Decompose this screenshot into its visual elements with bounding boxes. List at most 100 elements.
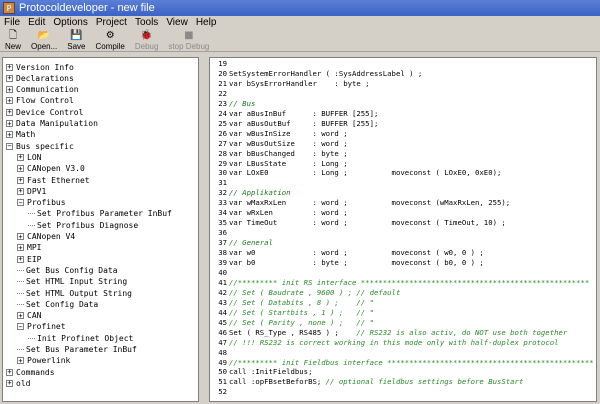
tree-item[interactable]: Init Profinet Object (28, 332, 133, 344)
tree-connector (28, 213, 35, 215)
toolbar-button-label: New (5, 42, 22, 51)
tree-item[interactable]: Get Bus Config Data (17, 264, 118, 276)
save-button[interactable]: 💾 Save (62, 30, 90, 52)
code-comment: // Set ( Parity , none ) ; // " (229, 317, 374, 327)
expand-icon[interactable]: + (17, 165, 24, 173)
tree-item[interactable]: + DPV1 (17, 185, 46, 197)
tree-item-label: Declarations (16, 73, 74, 83)
tree-item[interactable]: Set Bus Parameter InBuf (17, 344, 137, 356)
tree-item[interactable]: + Fast Ethernet (17, 174, 90, 186)
tree-item-label: LON (27, 152, 42, 162)
code-text: call :InitFieldbus; (229, 367, 313, 377)
tree-item[interactable]: Set HTML Output String (17, 287, 132, 299)
tree-item[interactable]: + Communication (6, 84, 79, 96)
tree-item[interactable]: + CANopen V3.0 (17, 163, 85, 175)
tree-item-label: Set Profibus Parameter InBuf (37, 209, 172, 219)
tree-item[interactable]: + Flow Control (6, 95, 74, 107)
menu-view[interactable]: View (162, 16, 192, 30)
toolbar-button-label: stop Debug (168, 42, 210, 51)
tree-item[interactable]: Set Config Data (17, 298, 98, 310)
menu-file[interactable]: File (0, 16, 24, 30)
expand-icon[interactable]: + (6, 74, 13, 82)
tree-item[interactable]: + Data Manipulation (6, 118, 98, 130)
expand-icon[interactable]: + (17, 176, 24, 184)
menu-options[interactable]: Options (49, 16, 91, 30)
new-button[interactable]: 🗋 New (0, 30, 26, 52)
stop-debug-icon: ■ (184, 30, 194, 41)
code-text: call :opFBsetBeforBS; (229, 377, 326, 387)
tree-connector (17, 303, 24, 305)
tree-item[interactable]: + Commands (6, 366, 55, 378)
expand-icon[interactable]: + (17, 153, 24, 161)
menu-help[interactable]: Help (192, 16, 221, 30)
tree-item[interactable]: − Bus specific (6, 140, 74, 152)
collapse-icon[interactable]: − (17, 199, 24, 207)
code-text: var bBusChanged : byte ; (229, 148, 348, 158)
collapse-icon[interactable]: − (6, 142, 13, 150)
code-text: var aBusOutBuf : BUFFER [255]; (229, 118, 379, 128)
expand-icon[interactable]: + (17, 187, 24, 195)
tree-item[interactable]: + Powerlink (17, 355, 70, 367)
code-text: var wBusInSize : word ; (229, 128, 348, 138)
pane-splitter[interactable] (199, 57, 209, 402)
tree-item[interactable]: + MPI (17, 242, 41, 254)
expand-icon[interactable]: + (6, 368, 13, 376)
tree-item[interactable]: Set HTML Input String (17, 276, 127, 288)
tree-item[interactable]: + LON (17, 151, 41, 163)
expand-icon[interactable]: + (6, 108, 13, 116)
code-line[interactable]: 21 var bSysErrorHandler : byte ; (210, 78, 369, 89)
menu-edit[interactable]: Edit (24, 16, 49, 30)
code-comment: // !!! RS232 is correct working in this … (229, 337, 559, 347)
tree-item-label: Version Info (16, 62, 74, 72)
window-title: Protocoldeveloper - new file (19, 2, 155, 14)
expand-icon[interactable]: + (17, 357, 24, 365)
tree-item[interactable]: + Declarations (6, 72, 74, 84)
toolbar-button-label: Compile (95, 42, 125, 51)
debug-button[interactable]: 🐞 Debug (130, 30, 164, 52)
code-line[interactable]: 39 var b0 : byte ; moveconst ( b0, 0 ) ; (210, 257, 484, 268)
tree-item-label: CANopen V4 (27, 232, 76, 241)
command-tree[interactable]: + Version Info + Declarations + Communication… (2, 57, 199, 402)
tree-item-label: Set HTML Output String (26, 288, 132, 298)
code-line[interactable]: 52 (210, 386, 229, 397)
code-line[interactable]: 30 var LOxE0 : Long ; moveconst ( LOxE0, … (210, 167, 501, 178)
tree-item[interactable]: + CAN (17, 310, 41, 322)
code-line[interactable]: 35 var TimeOut : word ; moveconst ( TimeO… (210, 217, 506, 228)
expand-icon[interactable]: + (6, 97, 13, 105)
compile-button[interactable]: ⚙ Compile (91, 30, 130, 52)
menu-project[interactable]: Project (92, 16, 131, 30)
expand-icon[interactable]: + (6, 63, 13, 71)
code-comment: // RS232 is also activ, do NOT use both … (356, 327, 568, 337)
expand-icon[interactable]: + (6, 379, 13, 387)
code-comment: //********* init Fieldbus interface ****… (229, 357, 594, 367)
tree-item-label: Flow Control (16, 96, 74, 106)
tree-item[interactable]: − Profinet (17, 321, 66, 333)
tree-item-label: CAN (27, 311, 42, 321)
expand-icon[interactable]: + (17, 255, 24, 263)
expand-icon[interactable]: + (6, 120, 13, 127)
expand-icon[interactable]: + (6, 131, 13, 139)
code-text: var LOxE0 : Long ; moveconst ( LOxE0, 0x… (229, 168, 502, 178)
tree-item[interactable]: + Math (6, 129, 35, 141)
tree-item[interactable]: + old (6, 377, 30, 389)
tree-item[interactable]: − Profibus (17, 197, 66, 209)
tree-item[interactable]: + Device Control (6, 106, 83, 118)
expand-icon[interactable]: + (6, 86, 13, 94)
open-button[interactable]: 📂 Open... (26, 30, 62, 52)
tree-item[interactable]: Set Profibus Diagnose (28, 219, 138, 231)
expand-icon[interactable]: + (17, 312, 24, 320)
code-line[interactable]: 47// !!! RS232 is correct working in thi… (210, 337, 558, 348)
tree-item[interactable]: + EIP (17, 253, 41, 265)
tree-item[interactable]: + Version Info (6, 61, 74, 73)
menu-tools[interactable]: Tools (131, 16, 162, 30)
expand-icon[interactable]: + (17, 233, 24, 240)
tree-item[interactable]: + CANopen V4 (17, 231, 75, 243)
code-comment: // Set ( Startbits , 1 ) ; // " (229, 307, 374, 317)
collapse-icon[interactable]: − (17, 323, 24, 331)
code-editor[interactable]: 19 20 SetSystemErrorHandler ( :SysAddressL… (209, 57, 597, 402)
tree-item[interactable]: Set Profibus Parameter InBuf (28, 208, 172, 220)
code-line[interactable]: 51 call :opFBsetBeforBS; // optional fiel… (210, 376, 523, 387)
code-text: Set ( RS_Type , RS485 ) ; (229, 327, 357, 337)
expand-icon[interactable]: + (17, 244, 24, 252)
stop-debug-button[interactable]: ■ stop Debug (163, 30, 214, 52)
